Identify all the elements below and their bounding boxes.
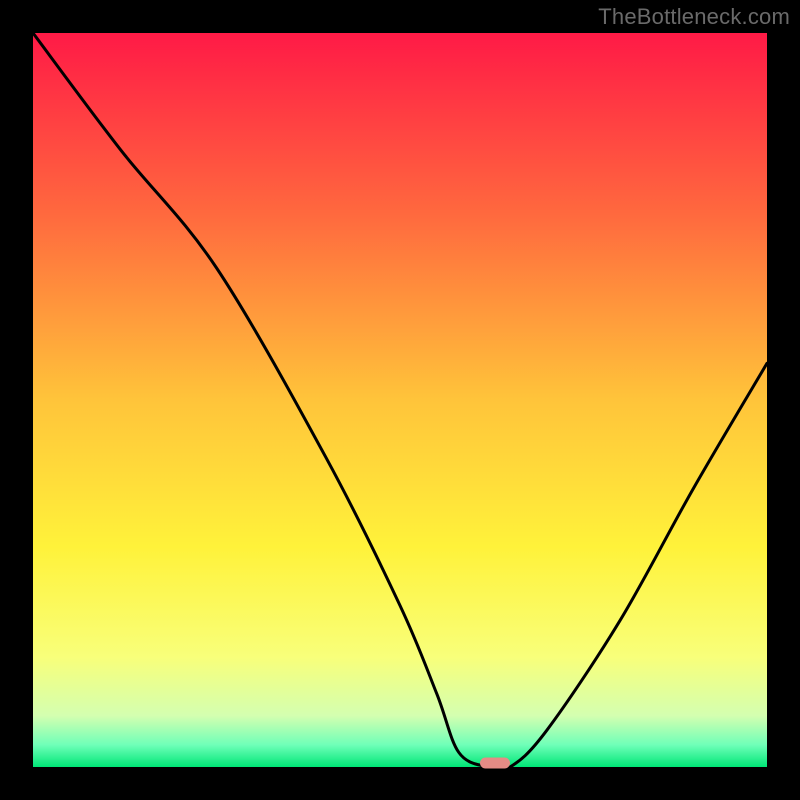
plot-svg — [33, 33, 767, 767]
watermark-text: TheBottleneck.com — [598, 4, 790, 30]
minimum-marker — [480, 758, 510, 769]
chart-stage: TheBottleneck.com — [0, 0, 800, 800]
plot-area — [33, 33, 767, 767]
gradient-background — [33, 33, 767, 767]
